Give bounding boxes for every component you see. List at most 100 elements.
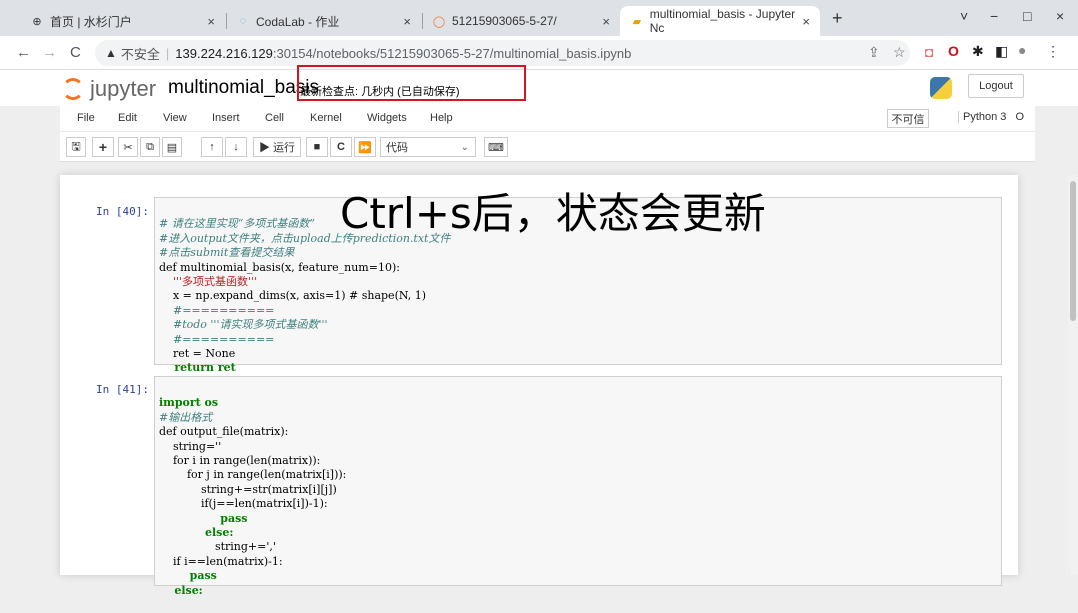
code-line: def output_file(matrix):: [159, 425, 289, 439]
kernel-idle-icon: O: [1015, 111, 1025, 123]
code-line: x = np.expand_dims(x, axis=1) # shape(N,…: [159, 289, 427, 303]
kernel-name: Python 3: [963, 111, 1007, 123]
menu-view[interactable]: View: [163, 112, 187, 124]
page-scrollbar[interactable]: [1068, 175, 1078, 575]
code-line: import os: [159, 396, 219, 410]
menu-help[interactable]: Help: [430, 112, 453, 124]
opera-icon[interactable]: O: [948, 43, 959, 59]
kernel-indicator: Python 3 O: [958, 111, 1024, 123]
tab-title: multinomial_basis - Jupyter Nc: [649, 7, 796, 35]
sidepanel-icon[interactable]: ◧: [995, 43, 1008, 60]
code-line: string+=',': [159, 540, 276, 554]
jupyter-logo[interactable]: jupyter: [62, 76, 156, 102]
close-window-icon[interactable]: ×: [1056, 8, 1064, 24]
menu-kernel[interactable]: Kernel: [310, 112, 342, 124]
copy-icon[interactable]: ⧉: [140, 137, 160, 157]
share-icon[interactable]: ⇪: [868, 44, 880, 61]
code-line: pass: [159, 511, 248, 525]
codalab-icon: ◌: [239, 15, 247, 27]
save-icon[interactable]: 🖫: [66, 137, 86, 157]
move-down-icon[interactable]: ↓: [225, 137, 247, 157]
code-line: for i in range(len(matrix)):: [159, 454, 321, 468]
code-line: #==========: [159, 332, 275, 346]
shuishan-icon: ⊕: [32, 15, 42, 28]
scrollbar-thumb[interactable]: [1070, 181, 1076, 321]
code-line: #==========: [159, 303, 275, 317]
command-palette-icon[interactable]: ⌨: [484, 137, 508, 157]
chevron-down-icon: ⌄: [460, 141, 469, 153]
code-line: return ret: [159, 361, 236, 375]
insert-cell-icon[interactable]: +: [92, 137, 114, 157]
new-tab-button[interactable]: +: [832, 8, 843, 29]
code-line: pass: [159, 569, 217, 583]
tab-search-icon[interactable]: ˅: [960, 8, 968, 24]
browser-tab-notebook[interactable]: ▰ multinomial_basis - Jupyter Nc ×: [620, 6, 820, 36]
close-tab-icon[interactable]: ×: [802, 14, 810, 29]
browser-tab-codalab[interactable]: ◌ CodaLab - 作业 ×: [226, 6, 421, 36]
jupyter-logo-icon: [62, 78, 84, 100]
code-line: string+=str(matrix[i][j]): [159, 482, 337, 496]
puzzle-icon[interactable]: ✱: [972, 43, 984, 60]
run-button[interactable]: ▶ 运行: [253, 137, 301, 157]
python-logo-icon: [930, 77, 952, 99]
code-line: ret = None: [159, 347, 236, 361]
close-tab-icon[interactable]: ×: [602, 14, 610, 29]
more-menu-icon[interactable]: ⋮: [1046, 43, 1060, 60]
trust-status-button[interactable]: 不可信: [887, 109, 929, 128]
address-bar: ← → C ▲ 不安全 | 139.224.216.129:30154/note…: [0, 36, 1078, 70]
cell-prompt: In [41]:: [96, 383, 149, 396]
code-line: def multinomial_basis(x, feature_num=10)…: [159, 260, 400, 274]
code-line: if(j==len(matrix[i])-1):: [159, 497, 328, 511]
tab-title: CodaLab - 作业: [256, 14, 340, 29]
security-label: 不安全: [120, 46, 160, 62]
url-host: 139.224.216.129: [175, 45, 273, 61]
menu-edit[interactable]: Edit: [118, 112, 137, 124]
code-line: #输出格式: [159, 410, 213, 424]
logout-button[interactable]: Logout: [968, 74, 1024, 98]
bookmark-star-icon[interactable]: ☆: [893, 44, 906, 61]
back-icon[interactable]: ←: [16, 44, 31, 61]
close-tab-icon[interactable]: ×: [207, 14, 215, 29]
menu-cell[interactable]: Cell: [265, 112, 284, 124]
code-line: if i==len(matrix)-1:: [159, 554, 283, 568]
restart-run-all-icon[interactable]: ⏩: [354, 137, 376, 157]
minimize-icon[interactable]: −: [990, 8, 998, 24]
cell-type-value: 代码: [386, 142, 408, 154]
maximize-icon[interactable]: □: [1023, 8, 1031, 24]
extension-icon[interactable]: ◘: [925, 44, 933, 60]
tab-title: 51215903065-5-27/: [452, 14, 557, 28]
profile-avatar[interactable]: ●: [1018, 42, 1026, 58]
reload-icon[interactable]: C: [70, 44, 81, 61]
url-path: :30154/notebooks/51215903065-5-27/multin…: [272, 45, 632, 61]
code-cell-source[interactable]: import os #输出格式 def output_file(matrix): s…: [159, 382, 346, 613]
annotation-overlay: Ctrl+s后，状态会更新: [340, 189, 766, 238]
code-line: for j in range(len(matrix[i])):: [159, 468, 347, 482]
notebook-tab-icon: ▰: [632, 15, 642, 28]
cell-prompt: In [40]:: [96, 205, 149, 218]
forward-icon[interactable]: →: [42, 44, 57, 61]
browser-tab-jupyter-tree[interactable]: ◯ 51215903065-5-27/ ×: [422, 6, 620, 36]
browser-tab-bar: ⊕ 首页 | 水杉门户 × ◌ CodaLab - 作业 × ◯ 5121590…: [0, 0, 1078, 36]
cell-type-select[interactable]: 代码 ⌄: [380, 137, 476, 157]
code-line: string='': [159, 439, 222, 453]
browser-tab-shuishan[interactable]: ⊕ 首页 | 水杉门户 ×: [20, 6, 225, 36]
interrupt-icon[interactable]: ■: [306, 137, 328, 157]
move-up-icon[interactable]: ↑: [201, 137, 223, 157]
tab-title: 首页 | 水杉门户: [50, 14, 132, 29]
jupyter-logo-text: jupyter: [90, 76, 157, 101]
paste-icon[interactable]: ▤: [162, 137, 182, 157]
code-line: else:: [159, 526, 234, 540]
url-field[interactable]: ▲ 不安全 | 139.224.216.129:30154/notebooks/…: [95, 40, 910, 66]
warning-icon: ▲: [105, 46, 117, 60]
code-line: '''多项式基函数''': [159, 275, 258, 289]
menu-file[interactable]: File: [77, 112, 95, 124]
menu-insert[interactable]: Insert: [212, 112, 240, 124]
cut-icon[interactable]: ✂: [118, 137, 138, 157]
code-line: else:: [159, 583, 203, 597]
code-line: #点击submit查看提交结果: [159, 246, 295, 260]
jupyter-tab-icon: ◯: [432, 15, 446, 28]
notebook-header: jupyter multinomial_basis 最新检查点: 几秒内 (已自…: [0, 70, 1078, 106]
restart-icon[interactable]: C: [330, 137, 352, 157]
menu-widgets[interactable]: Widgets: [367, 112, 407, 124]
close-tab-icon[interactable]: ×: [403, 14, 411, 29]
